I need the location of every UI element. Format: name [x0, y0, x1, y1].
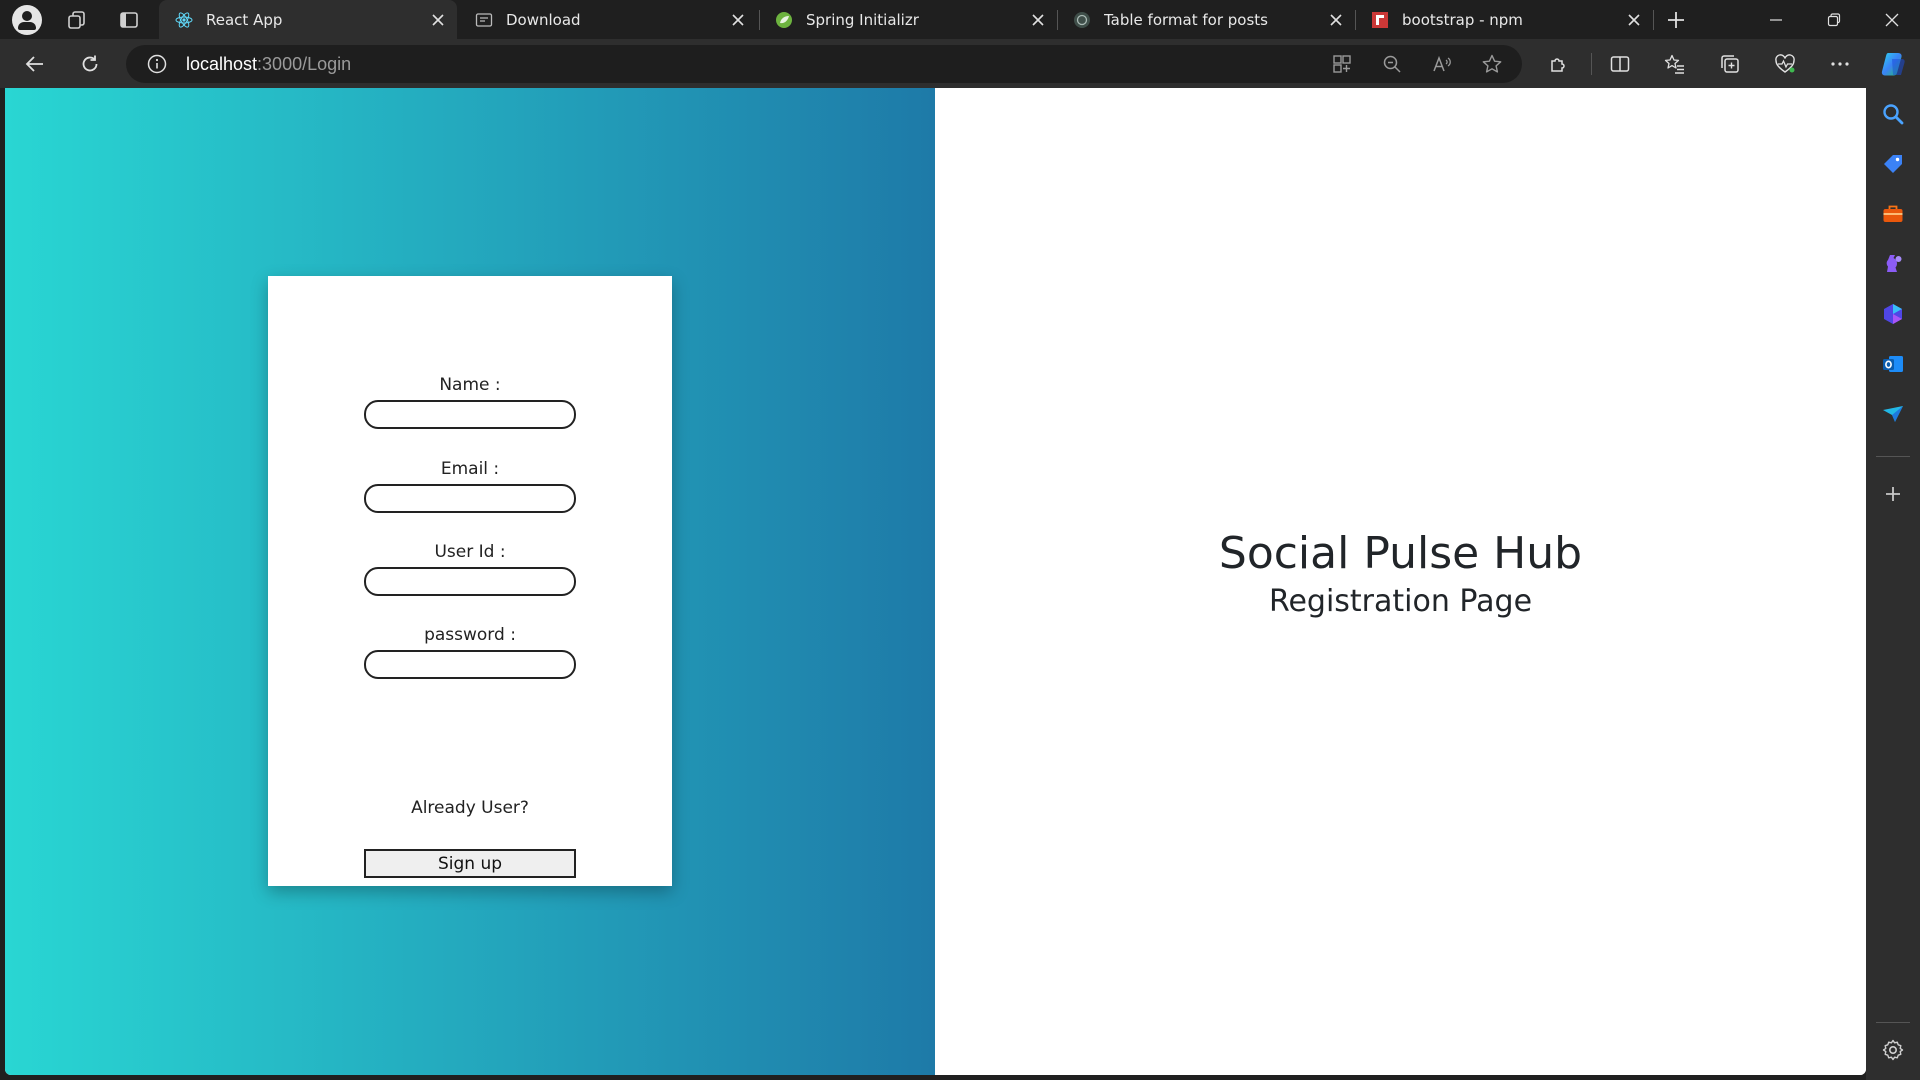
already-user-link[interactable]: Already User? [364, 798, 576, 818]
hero-panel: Social Pulse Hub Registration Page [935, 88, 1866, 1075]
tab-react-app[interactable]: React App [159, 0, 457, 39]
tab-divider [1653, 10, 1654, 30]
close-icon [1885, 13, 1899, 26]
close-icon[interactable] [431, 13, 445, 27]
gradient-panel: Name : Email : User Id : password : Alre… [5, 88, 935, 1075]
tab-title: React App [206, 10, 283, 29]
chatgpt-icon [1074, 11, 1090, 28]
tools-briefcase-icon[interactable] [1881, 202, 1905, 226]
workspaces-icon[interactable] [66, 9, 88, 31]
sidebar-divider [1876, 1022, 1910, 1023]
hero-text: Social Pulse Hub Registration Page [935, 528, 1866, 622]
site-info-icon[interactable] [146, 53, 168, 75]
app-title: Social Pulse Hub [1218, 528, 1583, 579]
react-icon [175, 11, 193, 28]
browser-essentials-button[interactable] [1772, 51, 1798, 77]
games-chess-icon[interactable] [1881, 252, 1905, 276]
back-button[interactable] [22, 51, 48, 77]
minimize-icon [1770, 18, 1782, 21]
restore-icon [1827, 12, 1841, 26]
download-page-icon [475, 12, 493, 27]
close-icon[interactable] [731, 13, 745, 27]
collections-button[interactable] [1717, 51, 1743, 77]
name-field-group: Name : [364, 374, 576, 429]
drop-send-icon[interactable] [1881, 402, 1905, 426]
restore-button[interactable] [1806, 0, 1862, 39]
puzzle-icon [1551, 58, 1565, 72]
email-label: Email : [440, 459, 500, 479]
sidebar-divider [1876, 456, 1910, 457]
favorites-button[interactable] [1662, 51, 1688, 77]
zoom-out-icon[interactable] [1381, 53, 1403, 75]
email-field-group: Email : [364, 458, 576, 513]
vertical-tabs-icon[interactable] [118, 9, 140, 31]
password-label: password : [424, 625, 516, 645]
userid-input[interactable] [364, 567, 576, 596]
close-window-button[interactable] [1864, 0, 1920, 39]
copilot-icon [1881, 53, 1905, 76]
email-input[interactable] [364, 484, 576, 513]
tab-download[interactable]: Download [459, 0, 757, 39]
npm-icon [1372, 11, 1388, 28]
edge-sidebar [1866, 88, 1920, 1080]
split-screen-icon [1610, 56, 1630, 72]
refresh-icon [82, 55, 98, 72]
outlook-icon[interactable] [1881, 352, 1905, 376]
back-arrow-icon [25, 56, 43, 72]
collections-icon [1721, 55, 1739, 73]
tab-bootstrap-npm[interactable]: bootstrap - npm [1355, 0, 1653, 39]
microsoft-365-icon[interactable] [1881, 302, 1905, 326]
address-bar[interactable]: localhost:3000/Login [126, 45, 1522, 83]
userid-label: User Id : [434, 542, 506, 562]
refresh-button[interactable] [77, 51, 103, 77]
password-field-group: password : [364, 624, 576, 679]
new-tab-plus-icon[interactable] [1665, 9, 1687, 31]
spring-leaf-icon [776, 11, 792, 28]
password-input[interactable] [364, 650, 576, 679]
search-icon[interactable] [1881, 102, 1905, 126]
add-plus-icon[interactable] [1881, 482, 1905, 506]
settings-gear-icon[interactable] [1881, 1038, 1905, 1062]
more-dots-icon [1831, 62, 1849, 66]
favorites-list-icon [1664, 54, 1684, 74]
name-label: Name : [439, 375, 501, 395]
url-path: :3000/Login [257, 54, 352, 74]
heart-pulse-icon [1775, 54, 1795, 73]
copilot-button[interactable] [1879, 49, 1909, 79]
tab-table-format[interactable]: Table format for posts [1057, 0, 1355, 39]
registration-card: Name : Email : User Id : password : Alre… [268, 276, 672, 886]
toolbar-divider [1591, 53, 1592, 75]
minimize-button[interactable] [1748, 0, 1804, 39]
split-screen-button[interactable] [1607, 51, 1633, 77]
tab-title: bootstrap - npm [1402, 10, 1523, 29]
name-input[interactable] [364, 400, 576, 429]
more-menu-button[interactable] [1827, 51, 1853, 77]
userid-field-group: User Id : [364, 541, 576, 596]
close-icon[interactable] [1031, 13, 1045, 27]
tab-title: Download [506, 10, 581, 29]
url-text: localhost:3000/Login [186, 54, 351, 75]
page-subtitle: Registration Page [1268, 584, 1533, 619]
tab-title: Spring Initializr [806, 10, 919, 29]
tab-strip: React App Download Spring Initializr Tab… [0, 0, 1920, 39]
url-host: localhost [186, 54, 258, 74]
extensions-button[interactable] [1546, 51, 1572, 77]
app-available-icon[interactable] [1331, 53, 1353, 75]
web-page: Name : Email : User Id : password : Alre… [5, 88, 1866, 1075]
tab-spring-initializr[interactable]: Spring Initializr [759, 0, 1057, 39]
tab-title: Table format for posts [1104, 10, 1268, 29]
shopping-tag-icon[interactable] [1881, 152, 1905, 176]
close-icon[interactable] [1329, 13, 1343, 27]
browser-toolbar: localhost:3000/Login [0, 39, 1920, 88]
favorite-star-icon[interactable] [1481, 53, 1503, 75]
close-icon[interactable] [1627, 13, 1641, 27]
read-aloud-icon[interactable] [1431, 53, 1453, 75]
sign-up-button[interactable]: Sign up [364, 849, 576, 878]
profile-avatar-icon[interactable] [12, 5, 42, 35]
